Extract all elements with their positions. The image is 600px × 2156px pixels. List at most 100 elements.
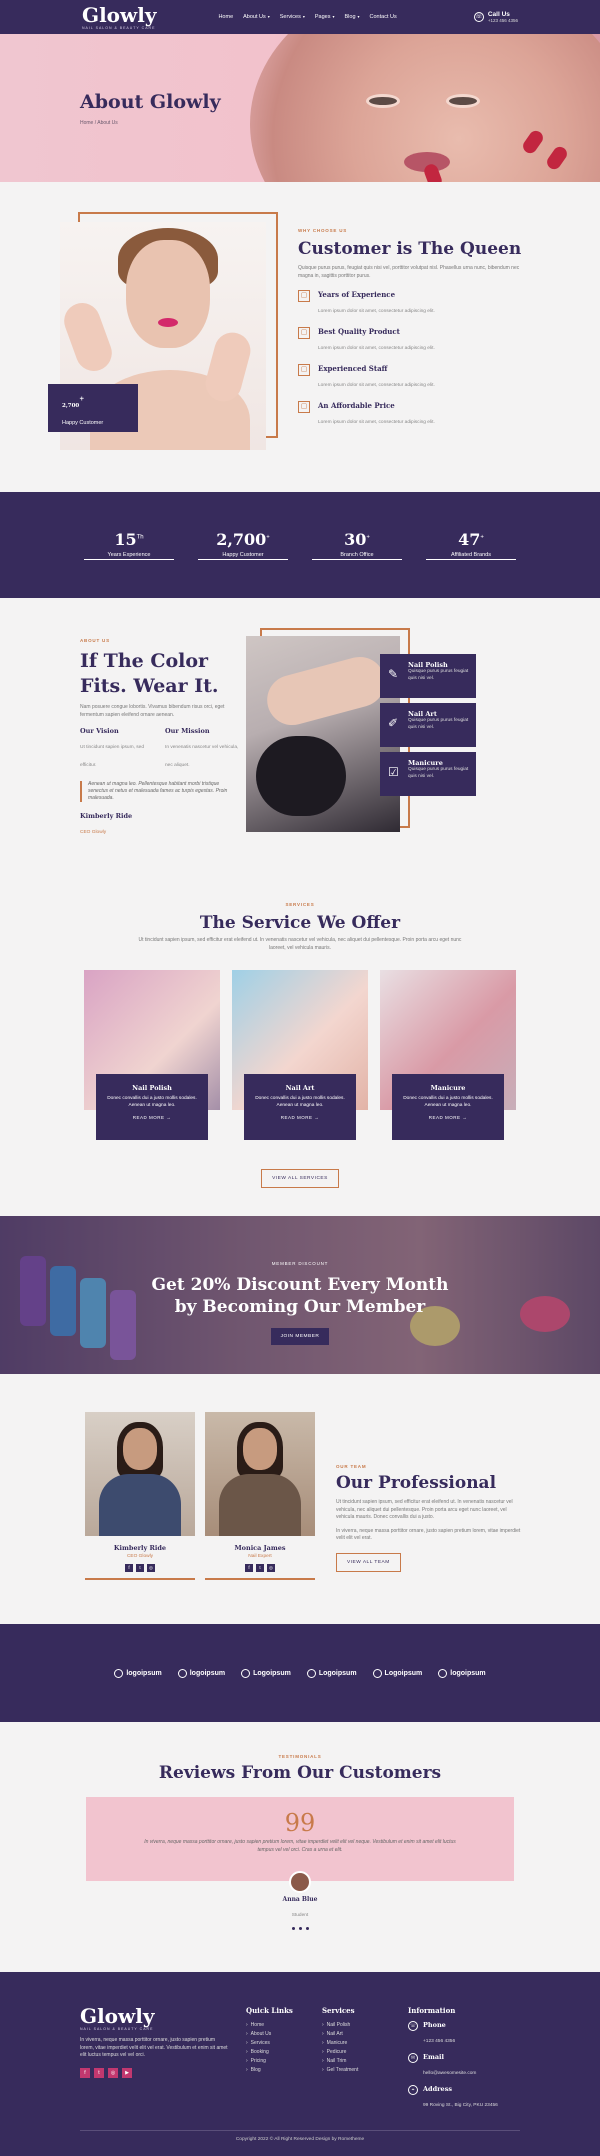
read-more-link[interactable]: READ MORE → [400,1115,496,1120]
feature-text: Lorem ipsum dolor sit amet, consectetur … [318,346,435,351]
counter-label: Happy Customer [222,552,264,558]
nav-about[interactable]: About Us ▾ [243,14,270,20]
logo-text: logoipsum [189,1669,226,1677]
service-tag[interactable]: ☑ Manicure Quisque purus purus feugiat qui… [380,752,476,796]
footer-email[interactable]: ✉ Email hello@awesomesite.com [408,2053,528,2079]
counter-label: Branch Office [340,552,374,558]
nav-contact[interactable]: Contact Us [370,14,397,20]
logo-text: Logoipsum [318,1669,357,1677]
service-card[interactable]: Manicure Donec convallis dui a justo moll… [380,970,516,1166]
member-socials: f t ◎ [205,1564,315,1572]
footer-link[interactable]: Booking [246,2048,293,2057]
hero-eye-left [366,94,400,108]
instagram-icon[interactable]: ◎ [267,1564,275,1572]
tag-text: Quisque purus purus feugiat quis nisi ve… [408,669,469,681]
footer-link[interactable]: Nail Art [322,2030,358,2039]
instagram-icon[interactable]: ◎ [108,2067,118,2078]
partner-logo[interactable]: Logoipsum [372,1668,422,1678]
youtube-icon[interactable]: ▶ [122,2067,132,2078]
service-card[interactable]: Nail Polish Donec convallis dui a justo m… [84,970,220,1166]
read-more-link[interactable]: READ MORE → [252,1115,348,1120]
review-card: 99 In viverra, neque massa porttitor orn… [86,1797,514,1881]
section-title: Reviews From Our Customers [158,1763,442,1783]
twitter-icon[interactable]: t [256,1564,264,1572]
service-card[interactable]: Nail Art Donec convallis dui a justo moll… [232,970,368,1166]
facebook-icon[interactable]: f [125,1564,133,1572]
view-all-services-button[interactable]: VIEW ALL SERVICES [261,1169,339,1188]
join-member-button[interactable]: JOIN MEMBER [270,1328,330,1346]
nav-pages[interactable]: Pages ▾ [315,14,335,20]
staff-icon: ▢ [298,364,310,376]
nav-home[interactable]: Home [218,14,233,20]
read-more-link[interactable]: READ MORE → [104,1115,200,1120]
stat-plus: + [79,395,85,403]
footer-phone[interactable]: ☏ Phone +123 456 4356 [408,2021,528,2047]
service-tag[interactable]: ✎ Nail Polish Quisque purus purus feugiat … [380,654,476,698]
partner-logo[interactable]: Logoipsum [306,1668,357,1678]
page-title: About Glowly [80,91,221,113]
carousel-dot[interactable] [298,1927,302,1930]
breadcrumb[interactable]: Home / About Us [80,120,118,126]
member-socials: f t ◎ [85,1564,195,1572]
nav-blog[interactable]: Blog ▾ [345,14,360,20]
discount-title: Get 20% Discount Every Month by Becoming… [151,1275,449,1318]
footer-link[interactable]: Manicure [322,2039,358,2048]
partner-logo[interactable]: logoipsum [114,1668,162,1678]
feature-title: Best Quality Product [318,327,400,336]
site-logo[interactable]: Glowly NAIL SALON & BEAUTY CARE [82,5,156,30]
nav-services[interactable]: Services ▾ [280,14,305,20]
section-kicker: ABOUT US [80,638,110,643]
feature-title: An Affordable Price [318,401,395,410]
partner-logo[interactable]: Logoipsum [241,1668,291,1678]
feature-text: Lorem ipsum dolor sit amet, consectetur … [318,383,435,388]
logo-mark-icon [241,1668,251,1678]
partner-logo[interactable]: logoipsum [438,1668,486,1678]
page-hero: About Glowly Home / About Us [0,34,600,182]
team-section: Kimberly Ride CEO Glowly f t ◎ Monica Ja… [0,1374,600,1624]
member-name: Monica James [234,1544,286,1552]
footer-link[interactable]: Blog [246,2066,293,2075]
mission-text: In venenatis nascetur vel vehicula, nec … [165,745,239,769]
vision-block: Our Vision Ut tincidunt sapien ipsum, sed… [80,727,155,771]
call-us[interactable]: ☏ Call Us +123 456 4356 [473,11,518,23]
service-cards: Nail Polish Donec convallis dui a justo m… [0,970,600,1166]
card-text: Donec convallis dui a justo mollis sodal… [107,1096,197,1108]
footer-link[interactable]: Pedicure [322,2048,358,2057]
card-text: Donec convallis dui a justo mollis sodal… [403,1096,493,1108]
location-icon: ⌖ [408,2085,418,2095]
section-title: If The Color Fits. Wear It. [80,650,219,697]
review-text: In viverra, neque massa porttitor ornare… [144,1839,456,1853]
portrait-hand [201,328,255,406]
tag-text: Quisque purus purus feugiat quis nisi ve… [408,767,469,779]
facebook-icon[interactable]: f [245,1564,253,1572]
photo-hand [261,651,391,731]
twitter-icon[interactable]: t [94,2067,104,2078]
counter-sup: Th [136,534,144,541]
section-title: The Service We Offer [199,913,401,933]
member-underline [85,1578,195,1580]
partner-logo[interactable]: logoipsum [177,1668,226,1678]
instagram-icon[interactable]: ◎ [147,1564,155,1572]
team-content: OUR TEAM Our Professional Ut tincidunt s… [336,1464,526,1572]
footer-link[interactable]: Services [246,2039,293,2048]
reviewer-role: Student [291,1913,309,1918]
twitter-icon[interactable]: t [136,1564,144,1572]
view-all-team-button[interactable]: VIEW ALL TEAM [336,1552,401,1572]
team-member[interactable]: Kimberly Ride CEO Glowly f t ◎ [85,1412,195,1580]
footer-link[interactable]: Pricing [246,2057,293,2066]
footer-link[interactable]: Home [246,2021,293,2030]
facebook-icon[interactable]: f [80,2067,90,2078]
footer-link[interactable]: Gel Treatment [322,2066,359,2075]
footer-logo[interactable]: Glowly [80,2006,230,2026]
about-content: ABOUT US If The Color Fits. Wear It. Nam… [80,638,240,838]
counter-value: 47 [458,530,481,549]
carousel-dot[interactable] [291,1927,295,1930]
service-tag[interactable]: ✐ Nail Art Quisque purus purus feugiat qui… [380,703,476,747]
footer-link[interactable]: Nail Trim [322,2057,358,2066]
logo-text: Glowly [82,2,157,27]
carousel-dot[interactable] [305,1927,309,1930]
footer-link[interactable]: Nail Polish [322,2021,358,2030]
team-member[interactable]: Monica James Nail Expert f t ◎ [205,1412,315,1580]
footer-link[interactable]: About Us [246,2030,293,2039]
signer-name: Kimberly Ride [80,812,133,821]
